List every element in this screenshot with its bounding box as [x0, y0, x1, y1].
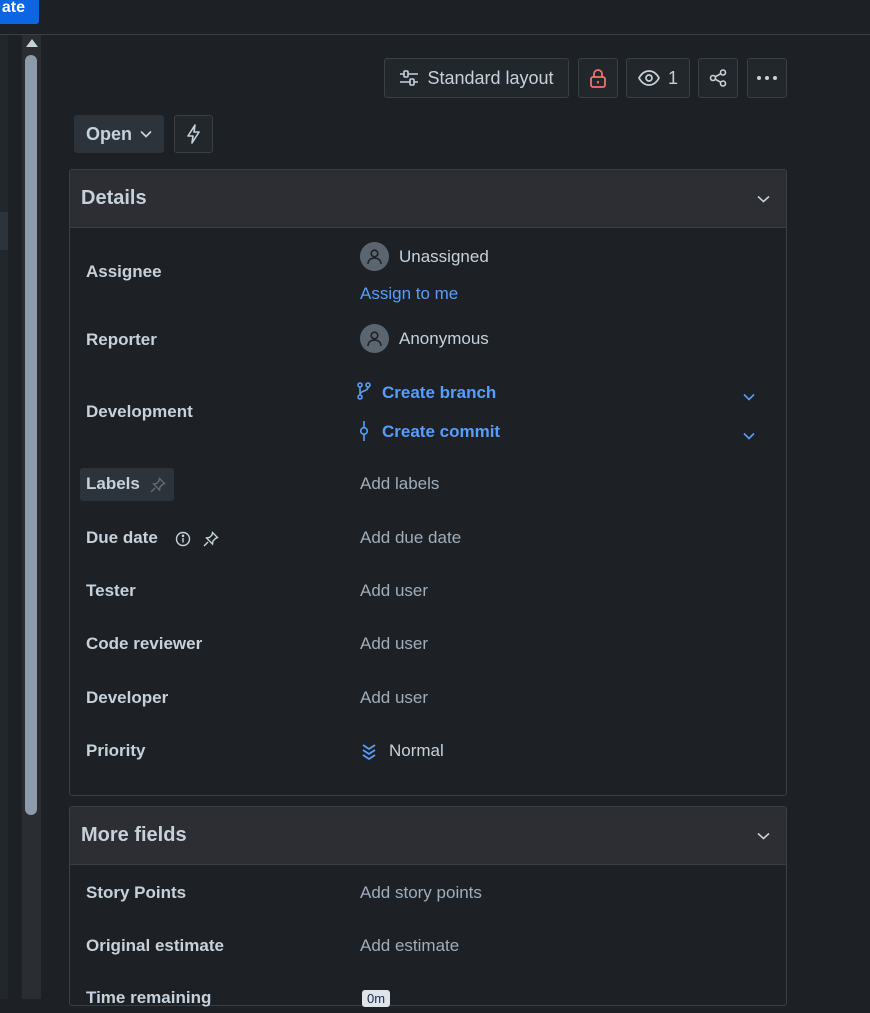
- labels-value[interactable]: Add labels: [360, 474, 439, 494]
- assignee-label: Assignee: [86, 262, 162, 281]
- more-fields-title: More fields: [81, 824, 187, 846]
- code-reviewer-value[interactable]: Add user: [360, 634, 428, 654]
- lightning-icon: [186, 124, 201, 144]
- avatar-icon: [367, 331, 382, 347]
- create-button[interactable]: ate: [0, 0, 39, 24]
- scrollbar-thumb[interactable]: [25, 55, 37, 815]
- more-fields-panel: More fields Story Points Add story point…: [69, 806, 787, 1007]
- layout-icon: [399, 69, 419, 87]
- pin-icon[interactable]: [203, 531, 219, 552]
- more-fields-header[interactable]: More fields: [70, 807, 786, 865]
- branch-icon: [356, 382, 372, 405]
- details-header[interactable]: Details: [70, 170, 786, 228]
- chevron-down-icon[interactable]: [743, 388, 755, 406]
- chevron-down-icon[interactable]: [743, 427, 755, 445]
- time-remaining-label: Time remaining: [86, 988, 212, 1007]
- more-actions-button[interactable]: [747, 58, 787, 98]
- story-points-label: Story Points: [86, 883, 187, 902]
- details-title: Details: [81, 187, 147, 209]
- labels-row: Labels Add labels: [70, 468, 786, 502]
- reporter-value[interactable]: Anonymous: [399, 329, 489, 349]
- priority-value[interactable]: Normal: [389, 741, 444, 761]
- standard-layout-label: Standard layout: [427, 67, 554, 88]
- top-bar: ate: [0, 0, 870, 35]
- story-points-value[interactable]: Add story points: [360, 883, 482, 903]
- sidebar-selected-marker: [0, 212, 8, 250]
- priority-icon: [360, 742, 378, 765]
- labels-label: Labels: [86, 474, 140, 493]
- pin-icon[interactable]: [150, 477, 166, 498]
- due-date-label: Due date: [86, 528, 158, 547]
- chevron-down-icon[interactable]: [757, 190, 770, 208]
- assignee-value[interactable]: Unassigned: [399, 247, 489, 267]
- due-date-value[interactable]: Add due date: [360, 528, 461, 548]
- share-button[interactable]: [698, 58, 738, 98]
- share-icon: [709, 69, 727, 87]
- original-estimate-row: Original estimate Add estimate: [70, 933, 786, 963]
- developer-value[interactable]: Add user: [360, 688, 428, 708]
- status-dropdown[interactable]: Open: [74, 115, 164, 153]
- info-icon[interactable]: [175, 531, 191, 552]
- reporter-label: Reporter: [86, 330, 157, 349]
- story-points-row: Story Points Add story points: [70, 880, 786, 910]
- time-remaining-row: Time remaining 0m: [70, 983, 786, 1013]
- reporter-row: Reporter Anonymous: [70, 324, 786, 356]
- original-estimate-label: Original estimate: [86, 936, 224, 955]
- status-label: Open: [85, 123, 132, 144]
- eye-icon: [638, 70, 660, 86]
- development-row: Development Create branch Create commit: [70, 380, 786, 456]
- code-reviewer-label: Code reviewer: [86, 634, 203, 653]
- tester-label: Tester: [86, 581, 136, 600]
- labels-label-chip[interactable]: Labels: [80, 468, 174, 501]
- chevron-down-icon: [140, 130, 152, 138]
- scroll-up-arrow-icon[interactable]: [26, 39, 38, 47]
- create-branch-link[interactable]: Create branch: [382, 383, 496, 403]
- developer-label: Developer: [86, 688, 169, 707]
- original-estimate-value[interactable]: Add estimate: [360, 936, 459, 956]
- more-icon: [757, 76, 777, 80]
- assign-to-me-link[interactable]: Assign to me: [360, 284, 458, 304]
- chevron-down-icon[interactable]: [757, 827, 770, 845]
- developer-row: Developer Add user: [70, 685, 786, 715]
- details-panel: Details Assignee Unassigned Assign to me…: [69, 169, 787, 796]
- standard-layout-button[interactable]: Standard layout: [384, 58, 569, 98]
- avatar: [360, 324, 389, 353]
- development-label: Development: [86, 402, 193, 421]
- lock-icon: [589, 68, 607, 88]
- due-date-row: Due date Add due date: [70, 524, 786, 554]
- restrictions-button[interactable]: [578, 58, 618, 98]
- watch-count: 1: [667, 67, 678, 88]
- create-commit-link[interactable]: Create commit: [382, 422, 500, 442]
- scrollbar[interactable]: [22, 35, 41, 999]
- avatar-icon: [367, 249, 382, 265]
- avatar: [360, 242, 389, 271]
- tester-row: Tester Add user: [70, 578, 786, 608]
- priority-label: Priority: [86, 741, 146, 760]
- watch-button[interactable]: 1: [626, 58, 690, 98]
- tester-value[interactable]: Add user: [360, 581, 428, 601]
- priority-row: Priority Normal: [70, 738, 786, 768]
- commit-icon: [359, 421, 369, 446]
- automation-button[interactable]: [174, 115, 213, 153]
- assignee-row: Assignee Unassigned Assign to me: [70, 242, 786, 312]
- code-reviewer-row: Code reviewer Add user: [70, 631, 786, 661]
- left-sidebar-edge: [0, 35, 8, 999]
